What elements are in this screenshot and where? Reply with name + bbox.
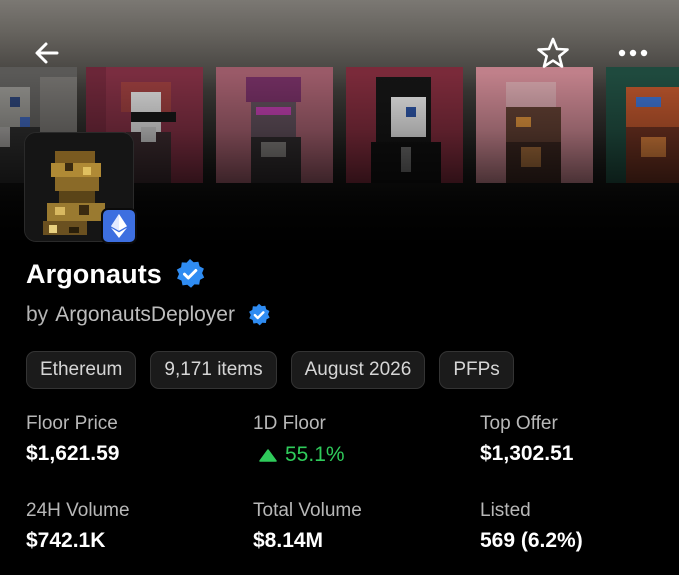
pixel-art-image (476, 67, 593, 183)
ethereum-icon (111, 214, 127, 238)
collection-avatar-wrap (24, 132, 137, 244)
collection-title: Argonauts (26, 258, 162, 289)
verified-check-icon (249, 303, 270, 326)
chip-chain[interactable]: Ethereum (26, 351, 137, 389)
stat-value: $1,621.59 (26, 442, 120, 465)
chip-category[interactable]: PFPs (439, 351, 514, 389)
stat-value: $742.1K (26, 529, 106, 552)
collection-title-row: Argonauts (26, 258, 206, 290)
stat-label: Total Volume (253, 500, 362, 521)
more-horizontal-icon (618, 49, 648, 57)
stat-label: Floor Price (26, 413, 118, 434)
stat-label: Top Offer (480, 413, 558, 434)
triangle-up-icon (259, 448, 277, 462)
stat-total-volume: Total Volume $8.14M (253, 500, 362, 553)
stat-floor-price: Floor Price $1,621.59 (26, 413, 119, 466)
banner-nft-thumb (606, 67, 679, 183)
stat-value: 569 (6.2%) (480, 529, 583, 552)
chain-badge (101, 208, 137, 244)
stat-change: 55.1% (253, 443, 345, 467)
more-options-button[interactable] (610, 30, 656, 76)
banner-nft-thumb (216, 67, 333, 183)
creator-prefix: by (26, 303, 49, 326)
banner-nft-thumb (346, 67, 463, 183)
pixel-art-image (346, 67, 463, 183)
stat-24h-volume: 24H Volume $742.1K (26, 500, 130, 553)
chip-created-date[interactable]: August 2026 (290, 351, 426, 389)
stat-value: $1,302.51 (480, 442, 574, 465)
pixel-art-image (216, 67, 333, 183)
favorite-button[interactable] (530, 30, 576, 76)
banner-nft-thumb (476, 67, 593, 183)
stat-label: Listed (480, 500, 531, 521)
creator-link[interactable]: by ArgonautsDeployer (26, 303, 271, 327)
creator-name: ArgonautsDeployer (55, 303, 235, 326)
stat-top-offer: Top Offer $1,302.51 (480, 413, 573, 466)
stat-1d-floor: 1D Floor 55.1% (253, 413, 345, 467)
pixel-art-image (606, 67, 679, 183)
stat-label: 24H Volume (26, 500, 130, 521)
collection-tags: Ethereum 9,171 items August 2026 PFPs (26, 351, 514, 389)
arrow-left-icon (35, 42, 59, 64)
back-button[interactable] (24, 30, 70, 76)
chip-items-count[interactable]: 9,171 items (150, 351, 277, 389)
stat-value: $8.14M (253, 529, 324, 552)
star-outline-icon (537, 37, 569, 68)
verified-check-icon (176, 259, 205, 288)
stat-label: 1D Floor (253, 413, 326, 434)
stat-listed: Listed 569 (6.2%) (480, 500, 583, 553)
stat-value: 55.1% (285, 443, 345, 466)
